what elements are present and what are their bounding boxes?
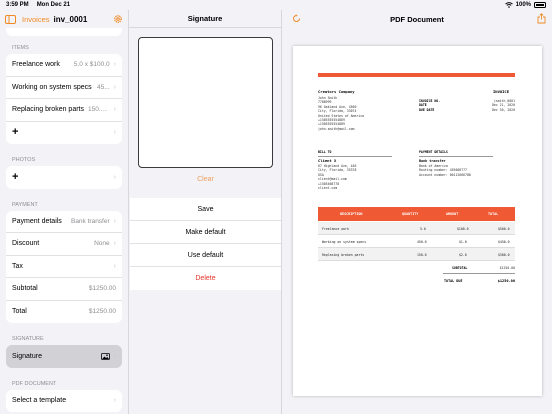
use-default-button[interactable]: Use default — [130, 244, 281, 267]
delete-button[interactable]: Delete — [130, 267, 281, 290]
list-item[interactable]: Replacing broken parts 150.0... › — [6, 99, 122, 122]
pdf-title: PDF Document — [282, 10, 552, 28]
pdf-group: Select a template › — [6, 389, 122, 413]
chevron-right-icon: › — [113, 217, 116, 225]
chevron-right-icon: › — [113, 106, 116, 114]
clear-button[interactable]: Clear — [129, 176, 282, 183]
list-item[interactable]: Freelance work 5.0 x $100.0 › — [6, 54, 122, 77]
save-button[interactable]: Save — [130, 198, 281, 221]
section-header-payment: PAYMENT — [12, 201, 38, 208]
back-to-invoices-link[interactable]: Invoices — [22, 15, 50, 24]
chevron-right-icon: › — [113, 352, 116, 360]
gear-icon[interactable] — [113, 14, 123, 24]
client-details: 67 Highland Ave, 446 City, Florida, 3537… — [318, 164, 357, 191]
items-table-header: DESCRIPTION QUANTITY AMOUNT TOTAL — [318, 207, 515, 221]
chevron-right-icon: › — [113, 83, 116, 91]
add-photo-button[interactable]: + › — [6, 166, 122, 189]
header-accent-bar — [318, 73, 515, 77]
table-row: Replacing broken parts 150.0 $2.0 $300.0 — [318, 248, 515, 261]
status-date: Mon Dec 21 — [36, 2, 71, 8]
payment-method: Bank transfer — [419, 159, 446, 163]
payment-details-row[interactable]: Payment details Bank transfer › — [6, 211, 122, 233]
section-header-items: ITEMS — [12, 45, 29, 51]
photos-group: + › — [6, 166, 122, 189]
make-default-button[interactable]: Make default — [130, 221, 281, 244]
top-partial-group — [6, 28, 122, 36]
add-item-button[interactable]: + › — [6, 122, 122, 145]
subtotal-label: SUBTOTAL — [452, 266, 468, 270]
chevron-right-icon: › — [113, 397, 116, 405]
select-template-row[interactable]: Select a template › — [6, 390, 122, 413]
bill-to-label: BILL TO — [318, 150, 332, 154]
chevron-right-icon: › — [113, 61, 116, 69]
section-header-signature: SIGNATURE — [12, 336, 44, 342]
signature-group: Signature › — [6, 345, 122, 368]
left-nav-bar: Invoices inv_0001 — [0, 10, 128, 28]
invoice-title: inv_0001 — [53, 14, 88, 24]
plus-icon: + — [12, 170, 19, 183]
battery-icon — [534, 2, 546, 8]
signature-title: Signature — [129, 10, 281, 28]
table-row: Freelance work 5.0 $100.0 $500.0 — [318, 222, 515, 235]
payment-bank-details: Bank of America Routing number: 45566877… — [419, 164, 471, 177]
refresh-icon[interactable] — [292, 14, 301, 23]
invoice-heading: INVOICE — [493, 89, 510, 94]
payment-details-label: PAYMENT DETAILS — [419, 150, 448, 154]
payment-group: Payment details Bank transfer › Discount… — [6, 210, 122, 323]
total-row: Total $1250.00 — [12, 308, 116, 316]
subtotal-value: $1250.00 — [499, 266, 515, 270]
wifi-icon — [504, 2, 513, 8]
total-due-label: TOTAL DUE — [444, 279, 463, 283]
pdf-preview-pane: PDF Document Creators Company John Smith… — [282, 10, 552, 414]
pdf-page[interactable]: Creators Company John Smith 7788999 96 O… — [293, 46, 542, 396]
company-details: John Smith 7788999 96 Oakland Ave, 4560 … — [318, 96, 365, 131]
company-name: Creators Company — [318, 89, 355, 94]
section-header-photos: PHOTOS — [12, 157, 36, 163]
section-header-pdf: PDF DOCUMENT — [12, 380, 57, 387]
tax-row[interactable]: Tax › — [6, 256, 122, 278]
chevron-right-icon: › — [113, 173, 116, 181]
chevron-right-icon: › — [113, 240, 116, 248]
subtotal-row: Subtotal $1250.00 — [6, 278, 122, 301]
list-item[interactable]: Working on system specs 45... › — [6, 77, 122, 99]
items-group: Freelance work 5.0 x $100.0 › Working on… — [6, 54, 122, 144]
signature-pane: Signature Clear Save Make default Use de… — [129, 10, 282, 414]
status-bar: 3:59 PM Mon Dec 21 100% — [0, 0, 552, 10]
chevron-right-icon: › — [113, 129, 116, 137]
signature-actions: Save Make default Use default Delete — [130, 198, 281, 290]
table-row: Working on system specs 450.0 $1.0 $450.… — [318, 235, 515, 248]
invoice-meta-labels: INVOICE NO. DATE DUE DATE — [419, 99, 441, 112]
signature-canvas[interactable] — [138, 37, 273, 168]
status-time: 3:59 PM — [6, 2, 29, 8]
client-name: Client X — [318, 158, 337, 163]
sidebar-toggle-icon[interactable] — [5, 14, 16, 24]
battery-percent: 100% — [515, 2, 531, 8]
chevron-right-icon: › — [113, 262, 116, 270]
invoice-meta-values: jsmith_0001 Dec 21, 2020 Dec 30, 2020 — [491, 99, 515, 112]
plus-icon: + — [12, 126, 19, 139]
discount-row[interactable]: Discount None › — [6, 233, 122, 256]
invoice-editor-pane: Invoices inv_0001 ITEMS Freelance work 5… — [0, 10, 129, 414]
image-icon — [100, 352, 110, 360]
signature-row[interactable]: Signature › — [6, 345, 122, 368]
total-due-value: $1250.00 — [497, 279, 515, 283]
share-icon[interactable] — [537, 13, 546, 24]
